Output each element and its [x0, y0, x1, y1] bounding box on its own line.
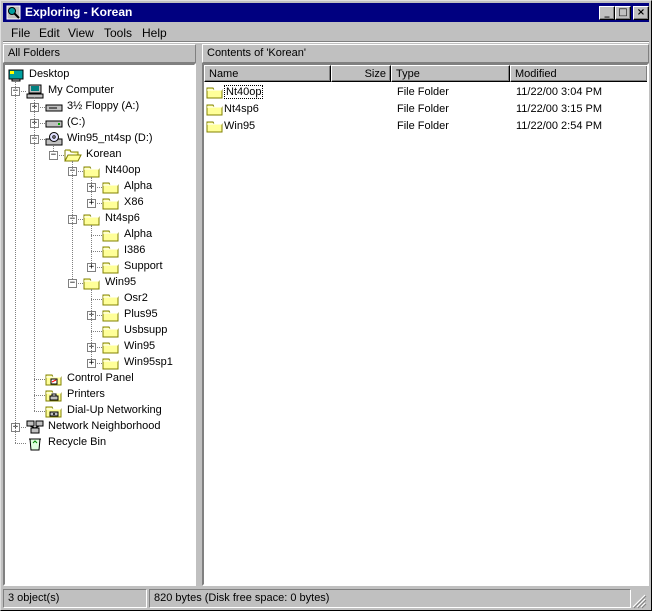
file-modified: 11/22/00 2:54 PM: [516, 120, 603, 132]
file-name: Nt4sp6: [224, 103, 259, 115]
contents-list[interactable]: Name Size Type Modified Nt40op File Folde…: [202, 63, 649, 586]
tree-item-label: Network Neighborhood: [48, 420, 161, 432]
tree-item-label: Usbsupp: [124, 324, 168, 336]
all-folders-header: All Folders: [3, 44, 196, 63]
tree-item-label: Nt4sp6: [105, 212, 140, 224]
tree-item-label: Korean: [86, 148, 122, 160]
tree-item-label: Recycle Bin: [48, 436, 107, 448]
file-type: File Folder: [397, 120, 449, 132]
explorer-window: Exploring - Korean _ □ × File Edit View …: [0, 0, 652, 611]
tree-item-label: Win95_nt4sp (D:): [67, 132, 153, 144]
tree-connector: [91, 299, 102, 300]
menu-separator: [3, 41, 649, 43]
status-object-count: 3 object(s): [3, 589, 147, 608]
menu-tools[interactable]: Tools: [104, 26, 132, 40]
tree-item-label: Desktop: [29, 68, 70, 80]
tree-item-label: Alpha: [124, 228, 153, 240]
file-name: Nt40op: [224, 85, 264, 99]
tree-connector: [34, 395, 45, 396]
collapse-icon[interactable]: −: [49, 151, 58, 160]
minimize-button[interactable]: _: [599, 6, 615, 20]
tree-connector: [91, 235, 102, 236]
file-type: File Folder: [397, 86, 449, 98]
file-row[interactable]: Nt4sp6 File Folder 11/22/00 3:15 PM: [204, 101, 644, 117]
tree-item-label: Dial-Up Networking: [67, 404, 162, 416]
tree-item-label: I386: [124, 244, 146, 256]
menu-view[interactable]: View: [68, 26, 94, 40]
tree-connector: [34, 97, 35, 411]
tree-connector: [34, 379, 45, 380]
tree-item-label: X86: [124, 196, 144, 208]
tree-item-label: Win95: [124, 340, 156, 352]
file-modified: 11/22/00 3:04 PM: [516, 86, 603, 98]
file-name: Win95: [224, 120, 256, 132]
folder-icon: [206, 118, 224, 137]
window-title: Exploring - Korean: [25, 5, 133, 19]
tree-connector: [72, 161, 73, 283]
tree-connector: [91, 225, 92, 267]
tree-item-label: My Computer: [48, 84, 115, 96]
contents-header: Contents of 'Korean': [202, 44, 649, 63]
menu-bar: File Edit View Tools Help: [3, 24, 649, 42]
tree-item-label: Nt40op: [105, 164, 141, 176]
file-row[interactable]: Nt40op File Folder 11/22/00 3:04 PM: [204, 84, 644, 100]
tree-connector: [34, 411, 45, 412]
tree-item-label: Win95sp1: [124, 356, 173, 368]
expand-icon[interactable]: +: [87, 359, 96, 368]
column-modified[interactable]: Modified: [510, 65, 647, 82]
tree-item-label: Printers: [67, 388, 105, 400]
expand-icon[interactable]: +: [87, 199, 96, 208]
tree-item-label: Win95: [105, 276, 137, 288]
tree-item-label: 3½ Floppy (A:): [67, 100, 140, 112]
tree-connector: [91, 289, 92, 363]
tree-item-label: (C:): [67, 116, 86, 128]
menu-file[interactable]: File: [11, 26, 30, 40]
tree-item-label: Osr2: [124, 292, 148, 304]
file-modified: 11/22/00 3:15 PM: [516, 103, 603, 115]
tree-item-label: Support: [124, 260, 163, 272]
resize-grip-icon[interactable]: [631, 593, 647, 609]
menu-edit[interactable]: Edit: [39, 26, 60, 40]
expand-icon[interactable]: +: [87, 263, 96, 272]
tree-item-label: Control Panel: [67, 372, 134, 384]
column-size[interactable]: Size: [331, 65, 391, 82]
folder-tree[interactable]: Desktop My Computer − 3½ Floppy (A:) + (C:) + W…: [3, 63, 196, 586]
column-name[interactable]: Name: [204, 65, 331, 82]
tree-connector: [15, 443, 26, 444]
tree-connector: [91, 251, 102, 252]
maximize-button[interactable]: □: [615, 6, 631, 20]
status-disk-space: 820 bytes (Disk free space: 0 bytes): [149, 589, 631, 608]
file-row[interactable]: Win95 File Folder 11/22/00 2:54 PM: [204, 118, 644, 134]
menu-help[interactable]: Help: [142, 26, 167, 40]
file-type: File Folder: [397, 103, 449, 115]
tree-item-label: Alpha: [124, 180, 153, 192]
title-bar[interactable]: Exploring - Korean _ □ ×: [3, 3, 649, 22]
tree-connector: [91, 331, 102, 332]
tree-connector: [15, 81, 16, 443]
close-button[interactable]: ×: [633, 6, 649, 20]
tree-item-label: Plus95: [124, 308, 158, 320]
explorer-icon: [6, 5, 21, 20]
column-type[interactable]: Type: [391, 65, 510, 82]
collapse-icon[interactable]: −: [68, 279, 77, 288]
